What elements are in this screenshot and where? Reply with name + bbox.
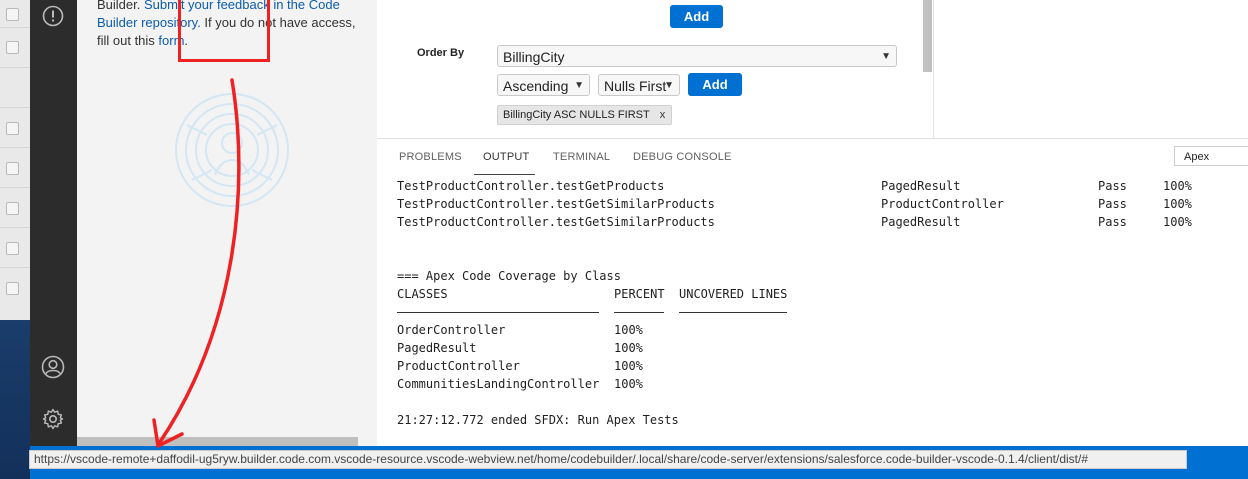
column-rule [679, 312, 787, 313]
tab-problems[interactable]: PROBLEMS [399, 151, 462, 163]
chevron-down-icon: ▼ [881, 51, 891, 62]
info-icon[interactable] [41, 4, 65, 28]
nulls-value: Nulls First [604, 78, 667, 94]
checkbox-icon [6, 41, 19, 54]
result-percent: 100% [1163, 215, 1192, 229]
result-class: PagedResult [881, 179, 961, 193]
coverage-percent: 100% [614, 341, 643, 355]
coverage-class: CommunitiesLandingController [397, 377, 600, 391]
column-rule [614, 312, 664, 313]
active-tab-indicator [474, 174, 535, 175]
add-order-button[interactable]: Add [688, 73, 742, 96]
order-field-value: BillingCity [503, 49, 565, 65]
coverage-title: === Apex Code Coverage by Class [397, 269, 621, 283]
account-icon[interactable] [41, 355, 65, 379]
result-class: ProductController [881, 197, 1004, 211]
result-test: TestProductController.testGetSimilarProd… [397, 197, 715, 211]
chevron-down-icon: ▼ [574, 80, 584, 91]
checkbox-icon [6, 202, 19, 215]
tab-debug-console[interactable]: DEBUG CONSOLE [633, 151, 732, 163]
coverage-class: ProductController [397, 359, 520, 373]
result-outcome: Pass [1098, 179, 1127, 193]
checkbox-icon [6, 122, 19, 135]
checkbox-icon [6, 282, 19, 295]
editor-right-pane [933, 0, 1248, 138]
result-class: PagedResult [881, 215, 961, 229]
result-outcome: Pass [1098, 197, 1127, 211]
order-by-pill: BillingCity ASC NULLS FIRST x [497, 105, 673, 125]
checkbox-icon [6, 242, 19, 255]
remove-pill-icon[interactable]: x [660, 109, 666, 121]
result-percent: 100% [1163, 197, 1192, 211]
annotation-arrow-icon [152, 78, 241, 448]
ended-line: 21:27:12.772 ended SFDX: Run Apex Tests [397, 413, 679, 427]
coverage-header-uncovered: UNCOVERED LINES [679, 287, 788, 301]
coverage-header-percent: PERCENT [614, 287, 665, 301]
order-pill-label: BillingCity ASC NULLS FIRST [503, 109, 650, 121]
coverage-class: OrderController [397, 323, 506, 337]
coverage-percent: 100% [614, 323, 643, 337]
direction-select[interactable]: Ascending ▼ [497, 74, 590, 96]
result-test: TestProductController.testGetProducts [397, 179, 665, 193]
output-channel-select[interactable]: Apex [1174, 146, 1248, 166]
order-by-label: Order By [417, 47, 465, 59]
result-outcome: Pass [1098, 215, 1127, 229]
tab-terminal[interactable]: TERMINAL [553, 151, 610, 163]
activity-bar [30, 0, 77, 446]
order-field-select[interactable]: BillingCity ▼ [497, 45, 897, 67]
gear-icon[interactable] [41, 407, 65, 431]
annotation-highlight-box [178, 0, 270, 62]
sidebar-text-start: Builder. [97, 0, 144, 12]
column-rule [397, 312, 599, 313]
tab-output[interactable]: OUTPUT [483, 151, 529, 163]
coverage-percent: 100% [614, 359, 643, 373]
result-percent: 100% [1163, 179, 1192, 193]
coverage-class: PagedResult [397, 341, 477, 355]
coverage-percent: 100% [614, 377, 643, 391]
add-button-top[interactable]: Add [670, 5, 723, 28]
coverage-header-classes: CLASSES [397, 287, 448, 301]
desktop-background [0, 320, 30, 479]
chevron-down-icon: ▼ [664, 80, 674, 91]
result-test: TestProductController.testGetSimilarProd… [397, 215, 715, 229]
webview-scrollbar[interactable] [923, 0, 932, 72]
nulls-select[interactable]: Nulls First ▼ [598, 74, 680, 96]
direction-value: Ascending [503, 78, 569, 94]
checkbox-icon [6, 162, 19, 175]
checkbox-icon [6, 8, 19, 21]
